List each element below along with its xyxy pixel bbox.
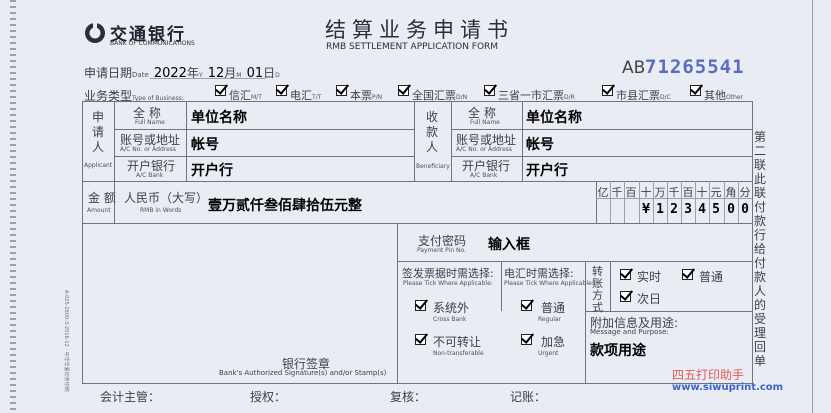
amount-unit-label: 角 xyxy=(725,186,737,199)
amount-unit-label: 十 xyxy=(696,186,708,199)
amount-digit: 0 xyxy=(727,202,735,217)
amount-unit-label: 千 xyxy=(611,186,623,199)
business-type-checkbox-5[interactable] xyxy=(602,85,613,96)
amount-unit-label: 百 xyxy=(625,186,637,199)
watermark-cn: 四五打印助手 xyxy=(672,368,745,382)
applicant-name[interactable]: 单位名称 xyxy=(191,107,247,127)
footer-supervisor: 会计主管： xyxy=(100,390,161,404)
normal-checkbox[interactable] xyxy=(682,269,693,280)
form-title-en: RMB SETTLEMENT APPLICATION FORM xyxy=(326,42,499,52)
amount-digit: 3 xyxy=(684,202,692,217)
amount-digit: 1 xyxy=(656,202,664,217)
non-transferable-checkbox[interactable] xyxy=(415,334,426,345)
business-type-checkbox-0[interactable] xyxy=(215,85,226,96)
business-type-checkbox-6[interactable] xyxy=(690,85,701,96)
cross-bank-checkbox[interactable] xyxy=(415,300,426,311)
beneficiary-account[interactable]: 帐号 xyxy=(526,134,554,154)
realtime-checkbox[interactable] xyxy=(620,269,631,280)
amount-digit: 4 xyxy=(698,202,706,217)
amount-label: 金 额 xyxy=(88,191,116,205)
regular-checkbox[interactable] xyxy=(521,300,532,311)
copy-note: 第二联 此联付款行给付款人的受理回单 xyxy=(754,130,767,368)
watermark-url: www.siwuprint.com xyxy=(672,382,784,393)
beneficiary-name[interactable]: 单位名称 xyxy=(526,107,582,127)
amount-unit-label: 元 xyxy=(710,186,722,199)
amount-digit: 2 xyxy=(670,202,678,217)
footer-review: 复核： xyxy=(390,390,427,404)
form-title: 结算业务申请书 xyxy=(325,18,514,42)
business-type-checkbox-2[interactable] xyxy=(336,85,347,96)
footer-record: 记账： xyxy=(510,390,547,404)
pin-input[interactable]: 输入框 xyxy=(488,234,530,254)
beneficiary-side-label: 收款人 xyxy=(426,110,439,154)
amount-digit: 5 xyxy=(712,202,720,217)
amount-digit: 0 xyxy=(741,202,749,217)
amount-words[interactable]: 壹万贰仟叁佰肆拾伍元整 xyxy=(208,195,362,215)
amount-unit-label: 分 xyxy=(739,186,751,199)
amount-unit-label: 万 xyxy=(654,186,666,199)
bank-name-en: BANK OF COMMUNICATIONS xyxy=(110,40,195,47)
nextday-checkbox[interactable] xyxy=(620,291,631,302)
amount-unit-label: 千 xyxy=(668,186,680,199)
applicant-bank[interactable]: 开户行 xyxy=(191,160,233,180)
form-code: A-025-2600-3-2016-12 · 中华华夏印务印刷 xyxy=(63,290,69,392)
bank-logo-icon xyxy=(85,22,105,43)
perforation-right xyxy=(812,0,813,413)
amount-unit-label: 十 xyxy=(640,186,652,199)
urgent-checkbox[interactable] xyxy=(521,334,532,345)
applicant-side-label: 申请人 xyxy=(92,110,105,154)
beneficiary-bank[interactable]: 开户行 xyxy=(526,160,568,180)
business-type-checkbox-4[interactable] xyxy=(484,85,495,96)
amount-digit: ¥ xyxy=(642,202,650,217)
applicant-account[interactable]: 帐号 xyxy=(191,134,219,154)
transfer-mode-label: 转账方式 xyxy=(592,265,603,314)
bank-logo xyxy=(84,22,106,48)
business-type-checkbox-1[interactable] xyxy=(276,85,287,96)
message-input[interactable]: 款项用途 xyxy=(590,340,646,360)
perforation-left xyxy=(10,0,16,413)
serial-number: 71265541 xyxy=(645,56,745,78)
amount-unit-label: 百 xyxy=(682,186,694,199)
amount-unit-label: 亿 xyxy=(597,186,609,199)
serial-prefix: AB xyxy=(622,58,646,78)
business-type-checkbox-3[interactable] xyxy=(398,85,409,96)
footer-authorize: 授权： xyxy=(250,390,287,404)
